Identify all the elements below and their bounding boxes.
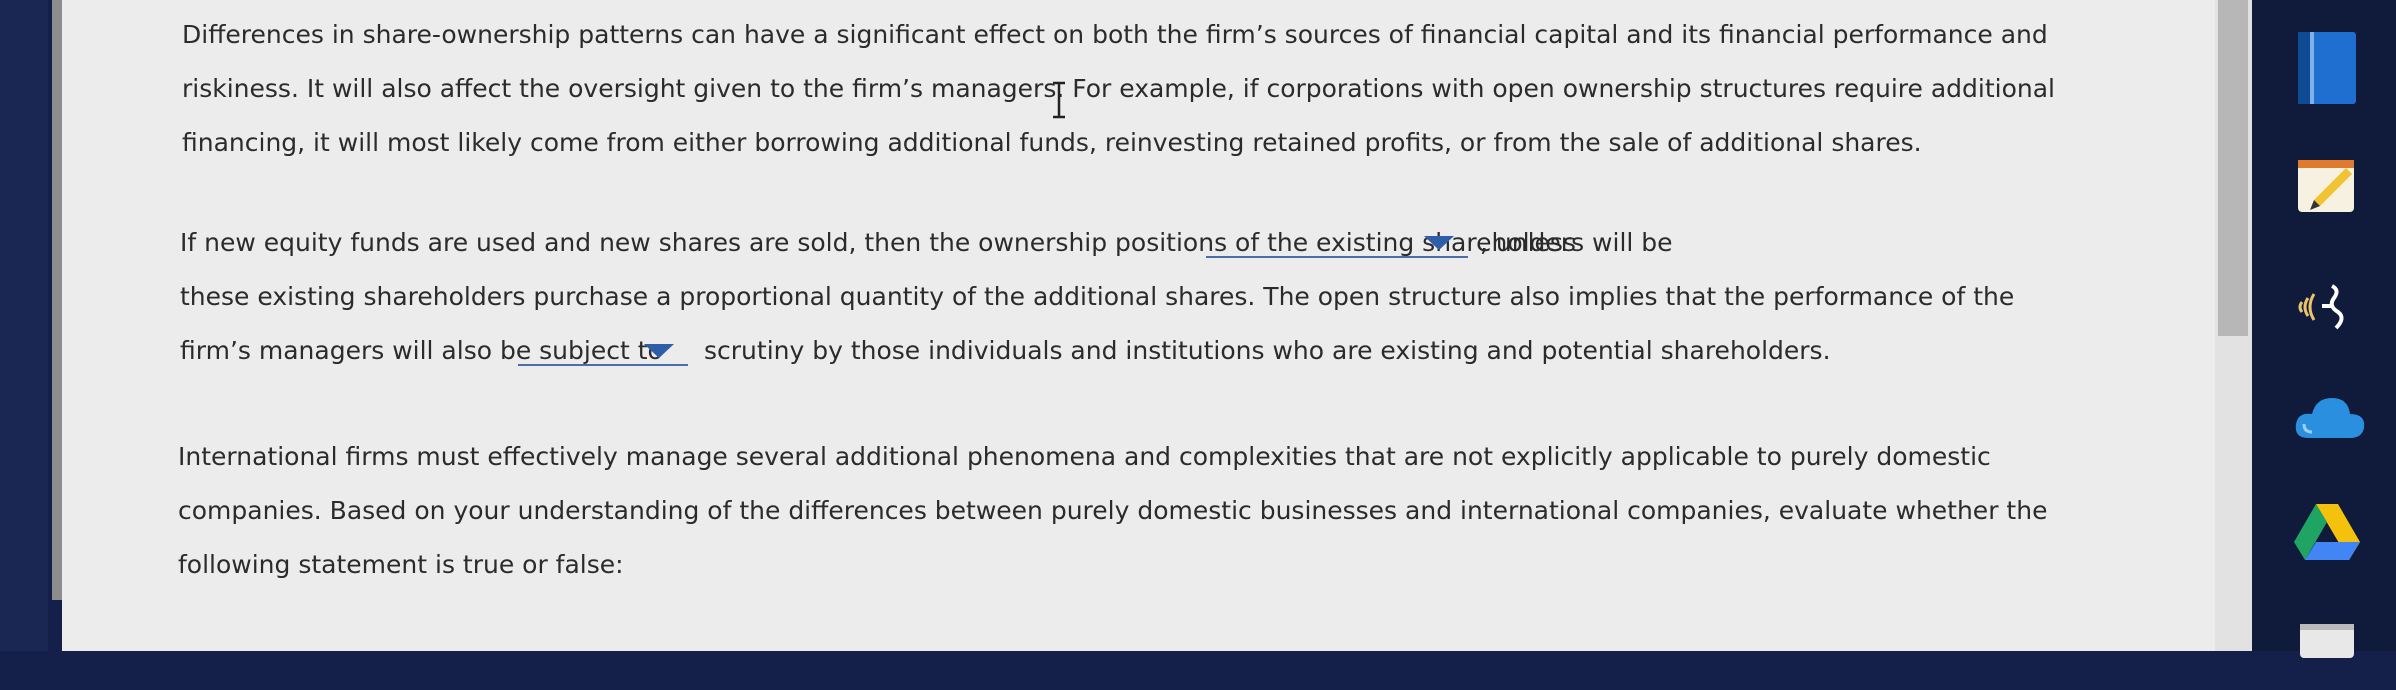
paragraph3-line3: following statement is true or false: [178, 550, 624, 579]
wifi-tool-icon[interactable] [2292, 272, 2362, 342]
dropdown1-arrow-icon [1424, 236, 1454, 250]
dock-sidebar [2252, 0, 2396, 658]
dropdown2-arrow-icon [644, 344, 674, 358]
paragraph3-line2: companies. Based on your understanding o… [178, 496, 2048, 525]
question-content: Differences in share-ownership patterns … [62, 0, 2252, 651]
window-left-edge [0, 0, 48, 651]
paragraph1-line2: riskiness. It will also affect the overs… [182, 74, 2055, 103]
paragraph3-line1: International firms must effectively man… [178, 442, 1991, 471]
scrutiny-level-dropdown[interactable] [518, 332, 688, 366]
paragraph2-line3-end: scrutiny by those individuals and instit… [704, 336, 1831, 365]
paragraph2-line2: these existing shareholders purchase a p… [180, 282, 2015, 311]
book-icon[interactable] [2292, 28, 2362, 104]
paragraph1-line1: Differences in share-ownership patterns … [182, 20, 2048, 49]
text-cursor-icon [1053, 81, 1065, 119]
right-scrollbar-thumb[interactable] [2218, 0, 2248, 336]
drive-icon[interactable] [2292, 500, 2362, 570]
cloud-icon[interactable] [2292, 388, 2365, 458]
app-icon-partial[interactable] [2292, 620, 2362, 690]
left-scrollbar[interactable] [52, 0, 62, 600]
ownership-dilution-dropdown[interactable] [1206, 224, 1468, 258]
notepad-icon[interactable] [2292, 150, 2362, 220]
paragraph2-line1-end: , unless [1480, 228, 1576, 257]
paragraph1-line3: financing, it will most likely come from… [182, 128, 1922, 157]
